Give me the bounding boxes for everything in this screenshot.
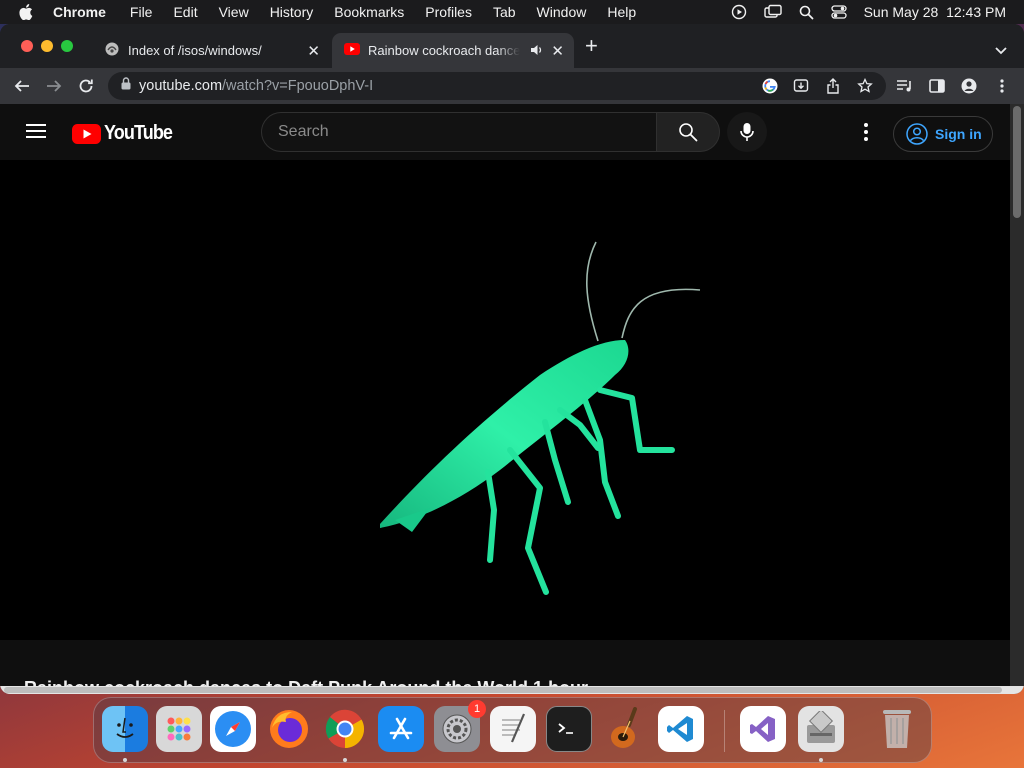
youtube-logo[interactable]: YouTube xyxy=(72,122,180,145)
address-bar[interactable]: youtube.com/watch?v=FpouoDphV-I xyxy=(108,72,886,100)
back-arrow-icon[interactable] xyxy=(12,76,32,96)
new-tab-button[interactable]: + xyxy=(585,35,598,57)
chrome-window: Index of /isos/windows/ ✕ Rainbow cockro… xyxy=(0,24,1024,694)
reload-icon[interactable] xyxy=(76,76,96,96)
minimize-window-button[interactable] xyxy=(41,40,53,52)
search-input[interactable] xyxy=(278,123,638,141)
macos-dock: 1 xyxy=(93,697,932,763)
menu-bookmarks[interactable]: Bookmarks xyxy=(334,4,404,20)
running-indicator xyxy=(819,758,823,762)
menu-history[interactable]: History xyxy=(270,4,314,20)
profile-avatar-icon[interactable] xyxy=(959,76,979,96)
running-indicator xyxy=(343,758,347,762)
garageband-icon[interactable] xyxy=(602,706,648,752)
apple-menu-icon[interactable] xyxy=(19,4,35,20)
screen-mirroring-icon[interactable] xyxy=(763,4,782,20)
search-icon xyxy=(679,123,698,142)
menu-help[interactable]: Help xyxy=(607,4,636,20)
menu-profiles[interactable]: Profiles xyxy=(425,4,472,20)
youtube-page: YouTube Sign in xyxy=(0,104,1010,686)
macos-menu-bar: Chrome File Edit View History Bookmarks … xyxy=(0,0,1024,24)
system-settings-icon[interactable]: 1 xyxy=(434,700,486,752)
spotlight-search-icon[interactable] xyxy=(799,5,814,20)
running-indicator xyxy=(123,758,127,762)
scrollbar-thumb[interactable] xyxy=(1013,106,1021,218)
sign-in-label: Sign in xyxy=(935,126,982,142)
video-player[interactable] xyxy=(0,160,1010,640)
youtube-icon xyxy=(344,43,360,58)
microphone-icon xyxy=(740,123,754,141)
search-box[interactable] xyxy=(261,112,657,152)
menu-edit[interactable]: Edit xyxy=(173,4,197,20)
scrollbar-thumb[interactable] xyxy=(4,687,1002,693)
video-title[interactable]: Rainbow cockroach dances to Daft Punk Ar… xyxy=(24,678,588,686)
url-text: youtube.com/watch?v=FpouoDphV-I xyxy=(139,78,373,94)
url-path: /watch?v=FpouoDphV-I xyxy=(222,78,374,94)
menu-app-name[interactable]: Chrome xyxy=(53,4,106,20)
youtube-wordmark: YouTube xyxy=(104,122,173,144)
app-store-icon[interactable] xyxy=(378,706,424,752)
share-icon[interactable] xyxy=(824,77,842,95)
youtube-header: YouTube Sign in xyxy=(0,104,1010,160)
now-playing-icon[interactable] xyxy=(731,4,747,20)
bookmark-star-icon[interactable] xyxy=(856,77,874,95)
cockroach-video-frame xyxy=(380,241,701,595)
firefox-icon[interactable] xyxy=(266,706,312,752)
zoom-window-button[interactable] xyxy=(61,40,73,52)
terminal-icon[interactable] xyxy=(546,706,592,752)
voice-search-button[interactable] xyxy=(727,112,767,152)
sign-in-button[interactable]: Sign in xyxy=(893,116,993,152)
menu-bar-clock[interactable]: Sun May 28 12:43 PM xyxy=(864,4,1006,20)
side-panel-icon[interactable] xyxy=(927,76,947,96)
boot-camp-assistant-icon[interactable] xyxy=(798,706,844,752)
textedit-icon[interactable] xyxy=(490,706,536,752)
tab-title: Rainbow cockroach dance xyxy=(368,43,520,58)
tab-rainbow-cockroach[interactable]: Rainbow cockroach dance ✕ xyxy=(332,33,574,68)
media-controls-icon[interactable] xyxy=(895,76,915,96)
tab-index-isos[interactable]: Index of /isos/windows/ ✕ xyxy=(92,33,330,68)
horizontal-scrollbar[interactable] xyxy=(0,686,1024,694)
dock-separator xyxy=(724,710,725,752)
menu-file[interactable]: File xyxy=(130,4,153,20)
control-center-icon[interactable] xyxy=(830,5,847,19)
tab-strip: Index of /isos/windows/ ✕ Rainbow cockro… xyxy=(0,24,1024,68)
safari-icon[interactable] xyxy=(210,706,256,752)
visual-studio-icon[interactable] xyxy=(740,706,786,752)
hamburger-menu-icon[interactable] xyxy=(26,124,46,138)
site-icon xyxy=(104,41,120,60)
vscode-icon[interactable] xyxy=(658,706,704,752)
close-window-button[interactable] xyxy=(21,40,33,52)
install-app-icon[interactable] xyxy=(792,77,810,95)
close-tab-icon[interactable]: ✕ xyxy=(551,42,564,60)
forward-arrow-icon[interactable] xyxy=(44,76,64,96)
menu-tab[interactable]: Tab xyxy=(493,4,516,20)
youtube-play-logo-icon xyxy=(72,123,101,144)
speaker-audio-icon[interactable] xyxy=(530,44,544,59)
vertical-scrollbar[interactable] xyxy=(1010,104,1024,686)
tab-search-chevron-icon[interactable] xyxy=(995,42,1007,60)
close-tab-icon[interactable]: ✕ xyxy=(307,42,320,60)
finder-icon[interactable] xyxy=(102,706,148,752)
menu-view[interactable]: View xyxy=(219,4,249,20)
menu-window[interactable]: Window xyxy=(537,4,587,20)
tab-title: Index of /isos/windows/ xyxy=(128,43,262,58)
trash-icon[interactable] xyxy=(874,706,920,752)
launchpad-icon[interactable] xyxy=(156,706,202,752)
notification-badge: 1 xyxy=(468,700,486,718)
url-domain: youtube.com xyxy=(139,78,223,94)
lock-icon[interactable] xyxy=(121,77,131,95)
google-lens-icon[interactable] xyxy=(761,77,779,95)
chrome-icon[interactable] xyxy=(322,706,368,752)
account-circle-icon xyxy=(906,123,928,145)
browser-toolbar: youtube.com/watch?v=FpouoDphV-I xyxy=(0,68,1024,104)
search-button[interactable] xyxy=(656,112,720,152)
chrome-menu-icon[interactable] xyxy=(992,76,1012,96)
settings-more-icon[interactable] xyxy=(856,120,876,144)
